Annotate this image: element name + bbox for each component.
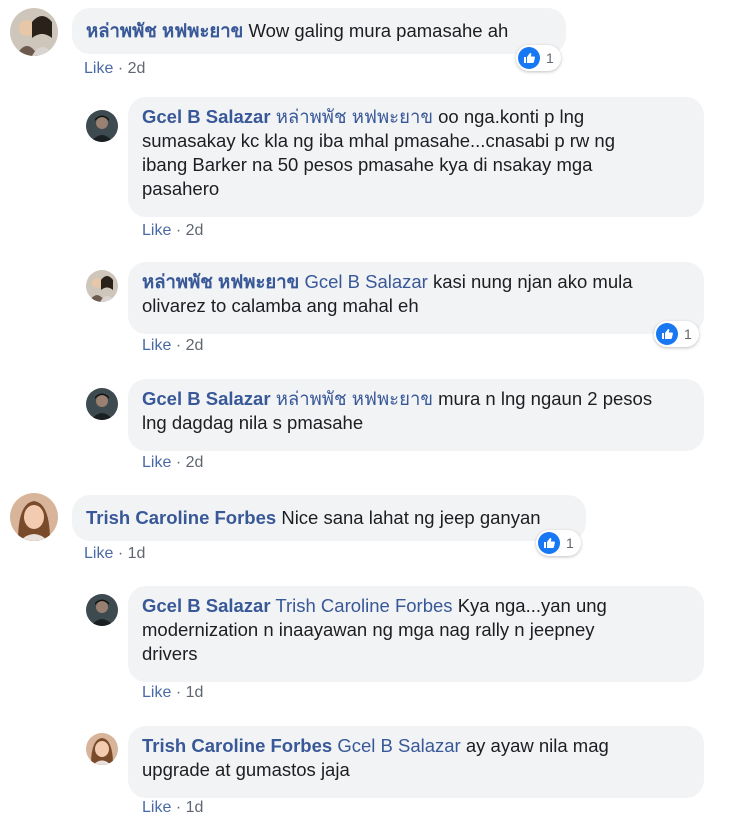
comment-author[interactable]: Gcel B Salazar (142, 595, 271, 616)
avatar[interactable] (86, 388, 118, 420)
comment-text: ibang Barker na 50 pesos pmasahe kya di … (142, 154, 593, 175)
avatar-photo-icon (86, 110, 118, 142)
timestamp[interactable]: 2d (186, 454, 204, 471)
separator-dot: · (117, 545, 124, 562)
separator-dot: · (175, 799, 182, 816)
comment-bubble: Trish Caroline Forbes Gcel B Salazar ay … (128, 726, 704, 798)
comment-meta: Like · 1d (84, 545, 145, 563)
comment-text: upgrade at gumastos jaja (142, 759, 350, 780)
comment-bubble: Gcel B Salazar Trish Caroline Forbes Kya… (128, 586, 704, 682)
comment-author[interactable]: Trish Caroline Forbes (86, 507, 276, 528)
like-thumb-icon (518, 47, 540, 69)
comment-meta: Like · 1d (142, 684, 203, 702)
mention-link[interactable]: Gcel B Salazar (304, 271, 427, 292)
comment-line: Gcel B Salazar หล่าพพัช หฟพะยาข oo nga.k… (142, 105, 692, 129)
like-button[interactable]: Like (142, 337, 171, 354)
reaction-count[interactable]: 1 (654, 321, 699, 347)
comment-author[interactable]: หล่าพพัช หฟพะยาข (142, 271, 299, 292)
avatar[interactable] (10, 8, 58, 56)
avatar-photo-icon (86, 733, 118, 765)
comment-line: หล่าพพัช หฟพะยาข Gcel B Salazar kasi nun… (142, 270, 692, 294)
mention-link[interactable]: หล่าพพัช หฟพะยาข (276, 388, 433, 409)
comment-author[interactable]: Gcel B Salazar (142, 388, 271, 409)
avatar-photo-icon (86, 388, 118, 420)
avatar-photo-icon (10, 8, 58, 56)
like-button[interactable]: Like (84, 60, 113, 77)
reaction-number: 1 (684, 326, 692, 342)
separator-dot: · (117, 60, 124, 77)
separator-dot: · (175, 454, 182, 471)
like-button[interactable]: Like (84, 545, 113, 562)
reaction-count[interactable]: 1 (516, 45, 561, 71)
comment-bubble: Gcel B Salazar หล่าพพัช หฟพะยาข oo nga.k… (128, 97, 704, 217)
avatar[interactable] (86, 110, 118, 142)
timestamp[interactable]: 2d (186, 222, 204, 239)
timestamp[interactable]: 1d (186, 799, 204, 816)
comment-text: ay ayaw nila mag (465, 735, 609, 756)
comment-author[interactable]: Trish Caroline Forbes (142, 735, 332, 756)
comment-meta: Like · 2d (84, 60, 145, 78)
reaction-number: 1 (566, 535, 574, 551)
reaction-count[interactable]: 1 (536, 530, 581, 556)
separator-dot: · (175, 684, 182, 701)
comment-text: modernization n inaayawan ng mga nag ral… (142, 619, 595, 640)
comment-text: kasi nung njan ako mula (432, 271, 633, 292)
comment-text: olivarez to calamba ang mahal eh (142, 295, 419, 316)
comment-bubble: Trish Caroline Forbes Nice sana lahat ng… (72, 495, 586, 541)
comment-bubble: หล่าพพัช หฟพะยาข Wow galing mura pamasah… (72, 8, 566, 54)
comment-text: oo nga.konti p lng (438, 106, 585, 127)
comment-meta: Like · 2d (142, 222, 203, 240)
like-thumb-icon (656, 323, 678, 345)
avatar[interactable] (86, 270, 118, 302)
comment-line: Trish Caroline Forbes Gcel B Salazar ay … (142, 734, 692, 758)
comment-text: Kya nga...yan ung (457, 595, 607, 616)
comment-meta: Like · 2d (142, 454, 203, 472)
comment-text: lng dagdag nila s pmasahe (142, 412, 364, 433)
comment-text: pasahero (142, 178, 220, 199)
timestamp[interactable]: 2d (186, 337, 204, 354)
like-button[interactable]: Like (142, 799, 171, 816)
comment-author[interactable]: หล่าพพัช หฟพะยาข (86, 20, 243, 41)
comment-meta: Like · 2d (142, 337, 203, 355)
avatar[interactable] (86, 733, 118, 765)
reaction-number: 1 (546, 50, 554, 66)
like-button[interactable]: Like (142, 222, 171, 239)
avatar-photo-icon (86, 270, 118, 302)
avatar[interactable] (86, 594, 118, 626)
like-button[interactable]: Like (142, 684, 171, 701)
separator-dot: · (175, 222, 182, 239)
timestamp[interactable]: 2d (128, 60, 146, 77)
comment-text: Nice sana lahat ng jeep ganyan (281, 507, 541, 528)
comment-text: drivers (142, 643, 198, 664)
avatar[interactable] (10, 493, 58, 541)
like-button[interactable]: Like (142, 454, 171, 471)
separator-dot: · (175, 337, 182, 354)
avatar-photo-icon (10, 493, 58, 541)
timestamp[interactable]: 1d (128, 545, 146, 562)
mention-link[interactable]: Trish Caroline Forbes (275, 595, 452, 616)
comment-line: Gcel B Salazar หล่าพพัช หฟพะยาข mura n l… (142, 387, 692, 411)
mention-link[interactable]: Gcel B Salazar (337, 735, 460, 756)
comment-bubble: Gcel B Salazar หล่าพพัช หฟพะยาข mura n l… (128, 379, 704, 451)
comment-text: sumasakay kc kla ng iba mhal pmasahe...c… (142, 130, 616, 151)
comment-line: Gcel B Salazar Trish Caroline Forbes Kya… (142, 594, 692, 618)
comment-author[interactable]: Gcel B Salazar (142, 106, 271, 127)
avatar-photo-icon (86, 594, 118, 626)
timestamp[interactable]: 1d (186, 684, 204, 701)
like-thumb-icon (538, 532, 560, 554)
mention-link[interactable]: หล่าพพัช หฟพะยาข (276, 106, 433, 127)
comment-meta: Like · 1d (142, 799, 203, 817)
comment-text: mura n lng ngaun 2 pesos (438, 388, 653, 409)
comment-bubble: หล่าพพัช หฟพะยาข Gcel B Salazar kasi nun… (128, 262, 704, 334)
comment-text: Wow galing mura pamasahe ah (248, 20, 509, 41)
